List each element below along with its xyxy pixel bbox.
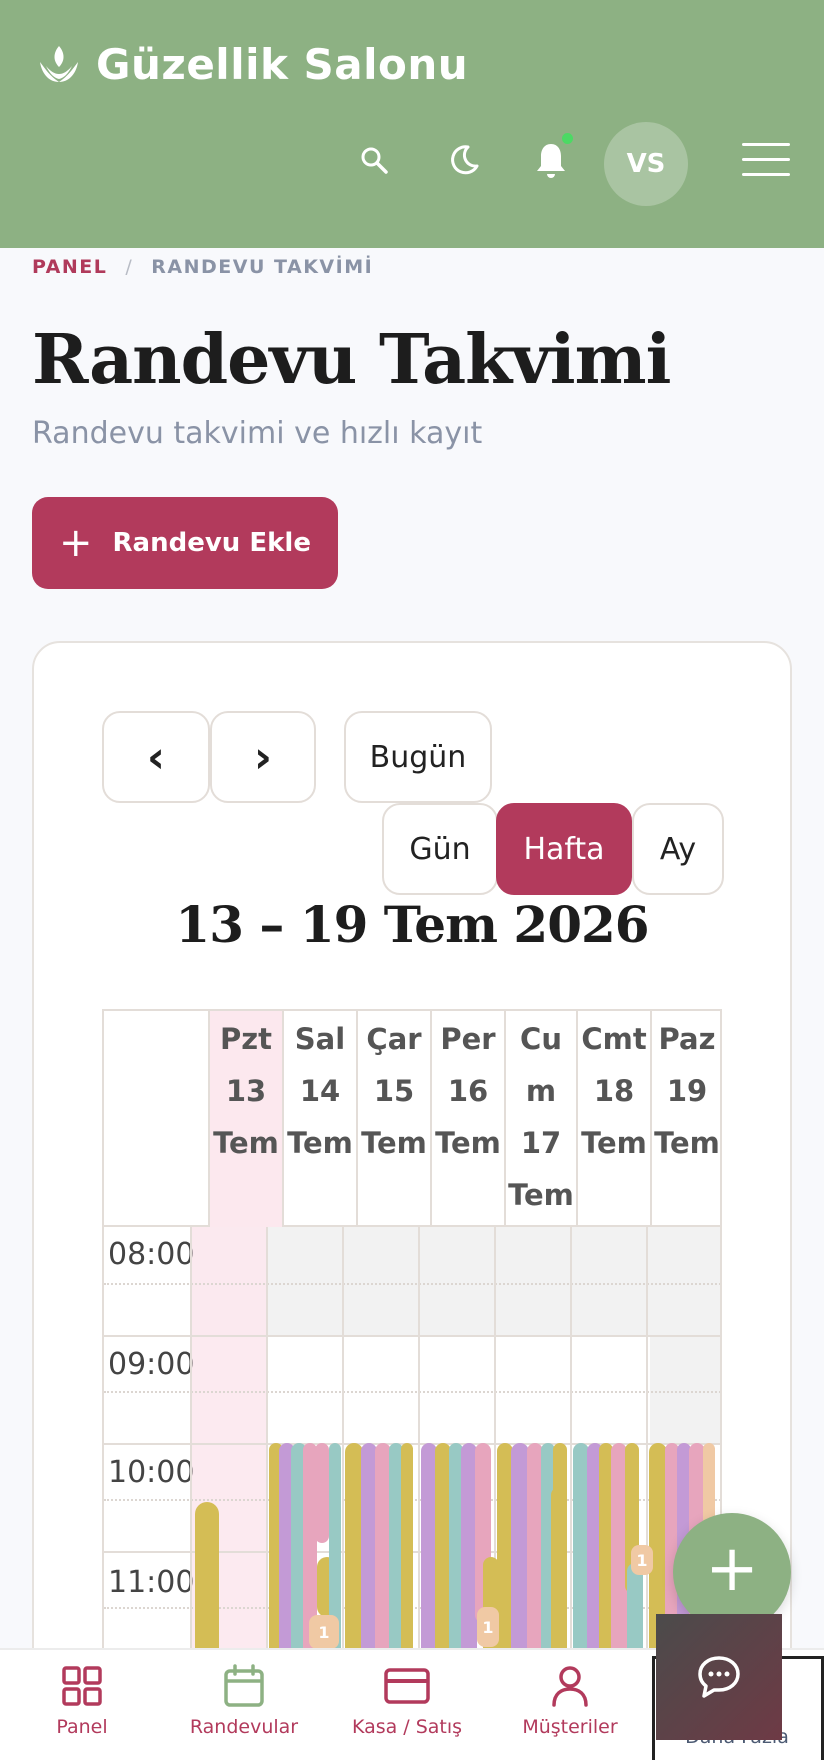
chevron-left-icon: ‹ bbox=[146, 731, 166, 783]
nav-musteriler[interactable]: Müşteriler bbox=[490, 1660, 650, 1738]
top-bar: Güzellik Salonu VS bbox=[0, 0, 824, 248]
time-label: 11:00 bbox=[108, 1565, 195, 1600]
nav-kasa-satis[interactable]: Kasa / Satış bbox=[327, 1660, 487, 1738]
page-subtitle: Randevu takvimi ve hızlı kayıt bbox=[32, 416, 483, 451]
user-icon bbox=[490, 1660, 650, 1712]
next-button[interactable]: › bbox=[210, 711, 316, 803]
past-hours-shade bbox=[190, 1227, 720, 1335]
bell-icon[interactable] bbox=[529, 138, 573, 182]
appointment-count-chip[interactable]: 1 bbox=[631, 1545, 653, 1575]
menu-icon[interactable] bbox=[742, 138, 790, 182]
plus-icon: + bbox=[705, 1532, 759, 1606]
appointment-event[interactable] bbox=[315, 1443, 329, 1543]
day-header-per[interactable]: Per 16 Tem bbox=[430, 1011, 504, 1227]
time-label: 10:00 bbox=[108, 1455, 195, 1490]
breadcrumb-panel[interactable]: PANEL bbox=[32, 256, 107, 278]
add-appointment-button[interactable]: + Randevu Ekle bbox=[32, 497, 338, 589]
breadcrumb-current: RANDEVU TAKVİMİ bbox=[151, 256, 374, 278]
appointment-count-chip[interactable]: 1 bbox=[309, 1615, 339, 1649]
notification-dot bbox=[562, 133, 573, 144]
date-range-title: 13 – 19 Tem 2026 bbox=[175, 895, 649, 954]
chevron-right-icon: › bbox=[253, 731, 273, 783]
calendar-icon bbox=[164, 1660, 324, 1712]
time-label: 08:00 bbox=[108, 1237, 195, 1272]
day-header-car[interactable]: Çar 15 Tem bbox=[356, 1011, 430, 1227]
app-title: Güzellik Salonu bbox=[96, 40, 469, 89]
avatar[interactable]: VS bbox=[604, 122, 688, 206]
page-title: Randevu Takvimi bbox=[32, 320, 671, 400]
half-hour-line bbox=[104, 1391, 720, 1393]
day-header-sal[interactable]: Sal 14 Tem bbox=[282, 1011, 356, 1227]
day-header-cmt[interactable]: Cmt 18 Tem bbox=[576, 1011, 650, 1227]
day-header-pzt[interactable]: Pzt 13 Tem bbox=[208, 1011, 282, 1227]
day-header-paz[interactable]: Paz 19 Tem bbox=[650, 1011, 722, 1227]
add-appointment-label: Randevu Ekle bbox=[112, 528, 311, 558]
breadcrumb: PANEL / RANDEVU TAKVİMİ bbox=[32, 256, 373, 278]
time-label: 09:00 bbox=[108, 1347, 195, 1382]
half-hour-line bbox=[104, 1283, 720, 1285]
today-button[interactable]: Bugün bbox=[344, 711, 492, 803]
day-header-cum[interactable]: Cu m 17 Tem bbox=[504, 1011, 576, 1227]
chat-button[interactable] bbox=[656, 1614, 782, 1740]
prev-button[interactable]: ‹ bbox=[102, 711, 210, 803]
appointment-count-chip[interactable]: 1 bbox=[477, 1607, 499, 1647]
breadcrumb-separator: / bbox=[125, 256, 134, 278]
grid-icon bbox=[2, 1660, 162, 1712]
lotus-logo-icon bbox=[40, 45, 78, 82]
chat-icon bbox=[698, 1656, 740, 1698]
nav-panel[interactable]: Panel bbox=[2, 1660, 162, 1738]
view-day-button[interactable]: Gün bbox=[382, 803, 498, 895]
brand[interactable]: Güzellik Salonu bbox=[36, 40, 468, 89]
moon-icon[interactable] bbox=[442, 138, 486, 182]
nav-randevular[interactable]: Randevular bbox=[164, 1660, 324, 1738]
view-week-button[interactable]: Hafta bbox=[496, 803, 632, 895]
card-icon bbox=[327, 1660, 487, 1712]
plus-icon: + bbox=[59, 520, 93, 566]
search-icon[interactable] bbox=[352, 138, 396, 182]
hour-line bbox=[104, 1335, 720, 1337]
past-hours-shade bbox=[650, 1335, 720, 1443]
view-month-button[interactable]: Ay bbox=[632, 803, 724, 895]
calendar-header: Pzt 13 Tem Sal 14 Tem Çar 15 Tem Per 16 Tem Cu m 1… bbox=[102, 1009, 722, 1227]
